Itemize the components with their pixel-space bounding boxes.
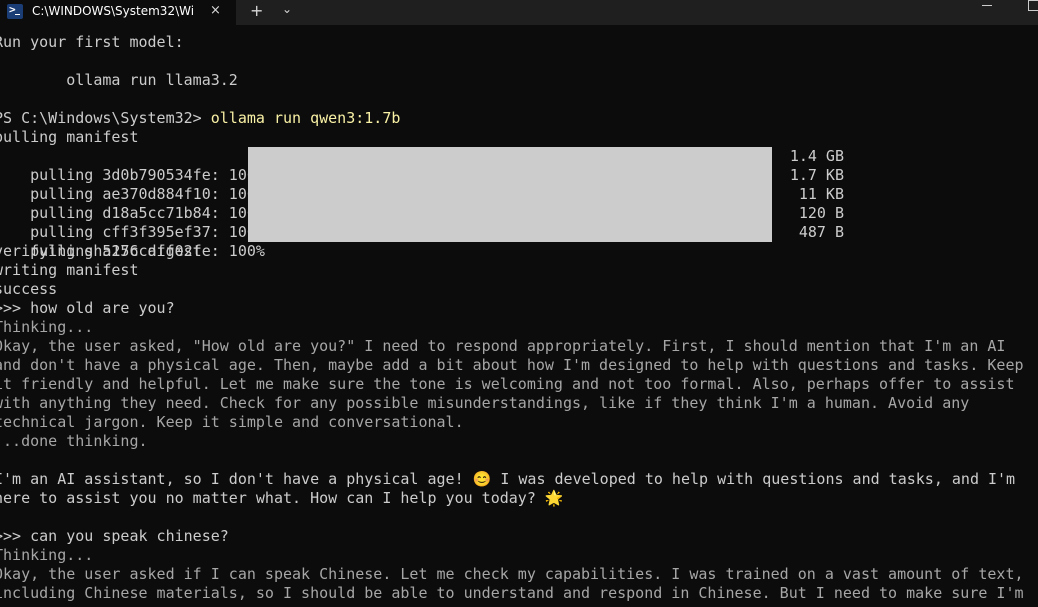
command: ollama run qwen3:1.7b (210, 109, 401, 127)
terminal-output[interactable]: Run your first model: ollama run llama3.… (0, 33, 1032, 607)
download-row: pulling 3d0b790534fe: 100% 1.4 GB (0, 147, 1032, 184)
intro-label: Run your first model: (0, 33, 184, 51)
progress-bar (248, 147, 772, 166)
new-tab-icon[interactable]: + (250, 1, 263, 20)
powershell-icon (7, 3, 23, 19)
pull-manifest: pulling manifest (0, 128, 139, 146)
thinking-line: Okay, the user asked, "How old are you?"… (0, 337, 1006, 355)
prompt: PS C:\Windows\System32> (0, 109, 211, 127)
download-size: 11 KB (798, 185, 844, 203)
terminal-tab[interactable]: C:\WINDOWS\System32\Wind × (0, 0, 236, 25)
close-tab-icon[interactable]: × (210, 3, 221, 18)
prompt-line: PS C:\Windows\System32> ollama run qwen3… (0, 109, 1032, 128)
progress-bar (248, 204, 772, 223)
download-size: 1.7 KB (789, 166, 844, 184)
thinking-line: with anything they need. Check for any p… (0, 394, 970, 412)
thinking-line: technical jargon. Keep it simple and con… (0, 413, 464, 431)
progress-bar (248, 223, 772, 242)
download-label: pulling 517ccaff02fe: 100% (30, 242, 265, 260)
intro-command: ollama run llama3.2 (0, 71, 238, 89)
title-bar: C:\WINDOWS\System32\Wind × + ⌄ (0, 0, 1038, 25)
success-status: success (0, 280, 58, 298)
answer-line: here to assist you no matter what. How c… (0, 489, 564, 507)
download-size: 120 B (798, 204, 844, 222)
minimize-icon[interactable] (982, 5, 992, 6)
user-question: >>> how old are you? (0, 299, 175, 317)
thinking-line: and don't have a physical age. Then, may… (0, 356, 1024, 374)
download-row: pulling d18a5cc71b84: 100% 11 KB (0, 185, 1032, 222)
download-row: pulling cff3f395ef37: 100% 120 B (0, 204, 1032, 241)
download-size: 487 B (798, 223, 844, 241)
progress-bar (248, 166, 772, 185)
maximize-icon[interactable] (1028, 0, 1038, 11)
chevron-down-icon[interactable]: ⌄ (282, 2, 292, 16)
thinking-label: Thinking... (0, 546, 94, 564)
thinking-label: Thinking... (0, 318, 94, 336)
user-question: >>> can you speak chinese? (0, 527, 229, 545)
download-row: pulling 517ccaff02fe: 100% 487 B (0, 223, 1032, 260)
download-row: pulling ae370d884f10: 100% 1.7 KB (0, 166, 1032, 203)
progress-bar (248, 185, 772, 204)
thinking-line: it friendly and helpful. Let me make sur… (0, 375, 1015, 393)
writing-status: writing manifest (0, 261, 139, 279)
thinking-line: Okay, the user asked if I can speak Chin… (0, 565, 1024, 583)
done-thinking-label: ...done thinking. (0, 432, 148, 450)
thinking-line: including Chinese materials, so I should… (0, 584, 1024, 602)
download-size: 1.4 GB (789, 147, 844, 165)
answer-line: I'm an AI assistant, so I don't have a p… (0, 470, 1016, 488)
tab-title: C:\WINDOWS\System32\Wind (32, 4, 194, 18)
